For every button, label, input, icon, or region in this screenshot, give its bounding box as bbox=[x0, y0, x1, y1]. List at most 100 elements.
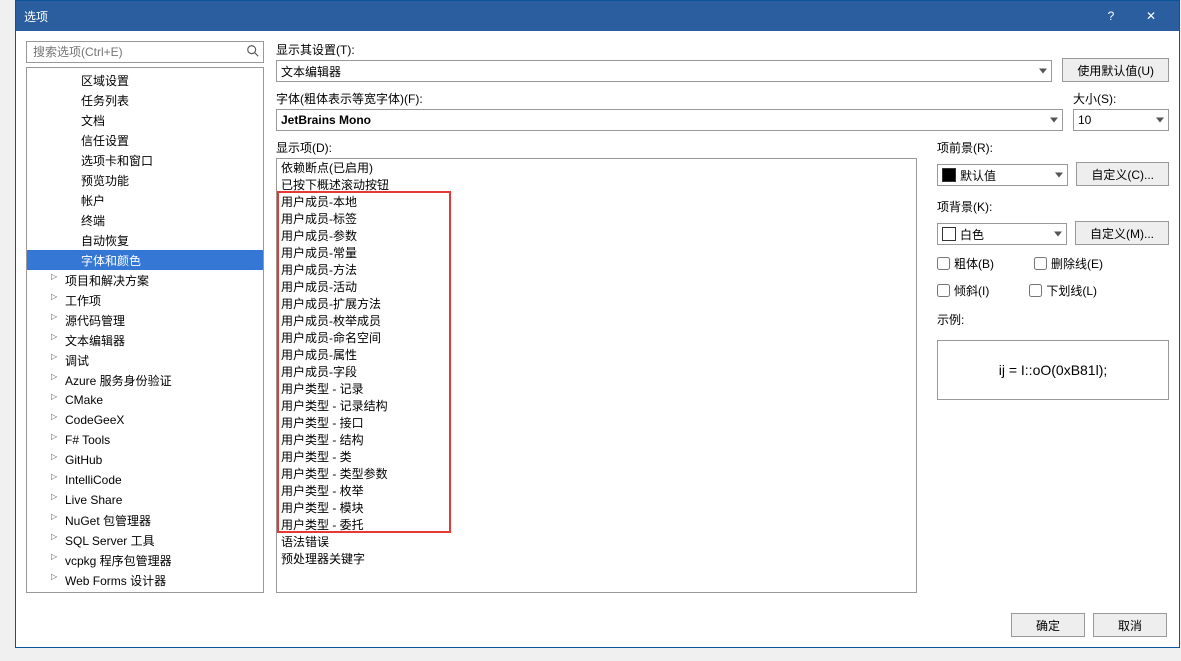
expander-icon[interactable] bbox=[51, 534, 63, 546]
foreground-combo[interactable]: 默认值 bbox=[937, 164, 1068, 186]
expander-spacer bbox=[67, 234, 79, 246]
expander-icon[interactable] bbox=[51, 474, 63, 486]
expander-icon[interactable] bbox=[51, 294, 63, 306]
close-button[interactable]: ✕ bbox=[1131, 1, 1171, 31]
list-item[interactable]: 用户类型 - 模块 bbox=[277, 499, 916, 516]
list-item[interactable]: 用户类型 - 记录结构 bbox=[277, 397, 916, 414]
tree-item[interactable]: 工作项 bbox=[27, 290, 263, 310]
expander-icon[interactable] bbox=[51, 574, 63, 586]
expander-icon[interactable] bbox=[51, 454, 63, 466]
tree-item[interactable]: 预览功能 bbox=[27, 170, 263, 190]
use-defaults-button[interactable]: 使用默认值(U) bbox=[1062, 58, 1169, 82]
sample-text: ij = I::oO(0xB81l); bbox=[999, 362, 1108, 378]
expander-icon[interactable] bbox=[51, 334, 63, 346]
list-item[interactable]: 用户成员-属性 bbox=[277, 346, 916, 363]
tree-item[interactable]: 帐户 bbox=[27, 190, 263, 210]
expander-icon[interactable] bbox=[51, 554, 63, 566]
expander-icon[interactable] bbox=[51, 374, 63, 386]
tree-item[interactable]: 文本编辑器 bbox=[27, 330, 263, 350]
list-item[interactable]: 用户类型 - 委托 bbox=[277, 516, 916, 533]
tree-item[interactable]: Live Share bbox=[27, 490, 263, 510]
underline-checkbox[interactable] bbox=[1029, 284, 1042, 297]
tree-item[interactable]: SQL Server 工具 bbox=[27, 530, 263, 550]
tree-item[interactable]: 自动恢复 bbox=[27, 230, 263, 250]
tree-item[interactable]: CodeGeeX bbox=[27, 410, 263, 430]
foreground-custom-button[interactable]: 自定义(C)... bbox=[1076, 162, 1169, 186]
tree-item-label: 选项卡和窗口 bbox=[81, 152, 153, 169]
tree-item[interactable]: Azure 服务身份验证 bbox=[27, 370, 263, 390]
expander-icon[interactable] bbox=[51, 354, 63, 366]
tree-item-label: 预览功能 bbox=[81, 172, 129, 189]
italic-checkbox[interactable] bbox=[937, 284, 950, 297]
tree-item[interactable]: NuGet 包管理器 bbox=[27, 510, 263, 530]
underline-check-label[interactable]: 下划线(L) bbox=[1029, 282, 1097, 299]
background-combo[interactable]: 白色 bbox=[937, 223, 1067, 245]
tree-item[interactable]: Web Forms 设计器 bbox=[27, 570, 263, 590]
list-item[interactable]: 用户成员-字段 bbox=[277, 363, 916, 380]
display-items-list[interactable]: 依赖断点(已启用)已按下概述滚动按钮用户成员-本地用户成员-标签用户成员-参数用… bbox=[276, 158, 917, 593]
help-button[interactable]: ? bbox=[1091, 1, 1131, 31]
ok-button[interactable]: 确定 bbox=[1011, 613, 1085, 637]
expander-icon[interactable] bbox=[51, 434, 63, 446]
tree-item[interactable]: CMake bbox=[27, 390, 263, 410]
cancel-button[interactable]: 取消 bbox=[1093, 613, 1167, 637]
chevron-down-icon bbox=[1050, 118, 1058, 123]
list-item[interactable]: 用户成员-方法 bbox=[277, 261, 916, 278]
expander-spacer bbox=[67, 254, 79, 266]
tree-item[interactable]: 选项卡和窗口 bbox=[27, 150, 263, 170]
tree-item[interactable]: 源代码管理 bbox=[27, 310, 263, 330]
list-item[interactable]: 用户类型 - 类型参数 bbox=[277, 465, 916, 482]
font-select[interactable]: JetBrains Mono bbox=[276, 109, 1063, 131]
list-item[interactable]: 用户成员-枚举成员 bbox=[277, 312, 916, 329]
list-item[interactable]: 语法错误 bbox=[277, 533, 916, 550]
tree-item[interactable]: 任务列表 bbox=[27, 90, 263, 110]
list-item[interactable]: 已按下概述滚动按钮 bbox=[277, 176, 916, 193]
tree-item[interactable]: 调试 bbox=[27, 350, 263, 370]
tree-item[interactable]: 区域设置 bbox=[27, 70, 263, 90]
tree-item[interactable]: IntelliCode bbox=[27, 470, 263, 490]
tree-item[interactable]: 字体和颜色 bbox=[27, 250, 263, 270]
italic-check-label[interactable]: 倾斜(I) bbox=[937, 282, 989, 299]
list-item[interactable]: 用户成员-本地 bbox=[277, 193, 916, 210]
background-custom-button[interactable]: 自定义(M)... bbox=[1075, 221, 1169, 245]
list-item[interactable]: 用户成员-常量 bbox=[277, 244, 916, 261]
tree-item[interactable]: 文档 bbox=[27, 110, 263, 130]
tree-item-label: Azure 服务身份验证 bbox=[65, 372, 172, 389]
search-input[interactable] bbox=[26, 41, 264, 63]
tree-item-label: vcpkg 程序包管理器 bbox=[65, 552, 172, 569]
list-item[interactable]: 用户成员-命名空间 bbox=[277, 329, 916, 346]
list-item[interactable]: 用户成员-扩展方法 bbox=[277, 295, 916, 312]
bold-check-label[interactable]: 粗体(B) bbox=[937, 255, 994, 272]
show-settings-select[interactable]: 文本编辑器 bbox=[276, 60, 1052, 82]
strike-check-label[interactable]: 删除线(E) bbox=[1034, 255, 1103, 272]
expander-icon[interactable] bbox=[51, 494, 63, 506]
list-item[interactable]: 用户类型 - 枚举 bbox=[277, 482, 916, 499]
list-item[interactable]: 用户类型 - 记录 bbox=[277, 380, 916, 397]
list-item[interactable]: 用户成员-标签 bbox=[277, 210, 916, 227]
strike-checkbox[interactable] bbox=[1034, 257, 1047, 270]
checkbox-row-1: 粗体(B) 删除线(E) bbox=[937, 255, 1169, 272]
tree-item[interactable]: 项目和解决方案 bbox=[27, 270, 263, 290]
list-item[interactable]: 用户类型 - 结构 bbox=[277, 431, 916, 448]
expander-icon[interactable] bbox=[51, 414, 63, 426]
list-item[interactable]: 预处理器关键字 bbox=[277, 550, 916, 567]
chevron-down-icon bbox=[1039, 69, 1047, 74]
tree-item[interactable]: GitHub bbox=[27, 450, 263, 470]
tree-item[interactable]: vcpkg 程序包管理器 bbox=[27, 550, 263, 570]
list-item[interactable]: 用户成员-参数 bbox=[277, 227, 916, 244]
expander-icon[interactable] bbox=[51, 514, 63, 526]
expander-icon[interactable] bbox=[51, 314, 63, 326]
expander-icon[interactable] bbox=[51, 274, 63, 286]
bold-checkbox[interactable] bbox=[937, 257, 950, 270]
list-item[interactable]: 用户类型 - 类 bbox=[277, 448, 916, 465]
expander-icon[interactable] bbox=[51, 394, 63, 406]
tree-item[interactable]: 终端 bbox=[27, 210, 263, 230]
tree-item-label: 项目和解决方案 bbox=[65, 272, 149, 289]
list-item[interactable]: 用户成员-活动 bbox=[277, 278, 916, 295]
list-item[interactable]: 用户类型 - 接口 bbox=[277, 414, 916, 431]
tree-item[interactable]: 信任设置 bbox=[27, 130, 263, 150]
list-item[interactable]: 依赖断点(已启用) bbox=[277, 159, 916, 176]
size-combo[interactable]: 10 bbox=[1073, 109, 1169, 131]
category-tree[interactable]: 区域设置任务列表文档信任设置选项卡和窗口预览功能帐户终端自动恢复字体和颜色项目和… bbox=[26, 67, 264, 593]
tree-item[interactable]: F# Tools bbox=[27, 430, 263, 450]
